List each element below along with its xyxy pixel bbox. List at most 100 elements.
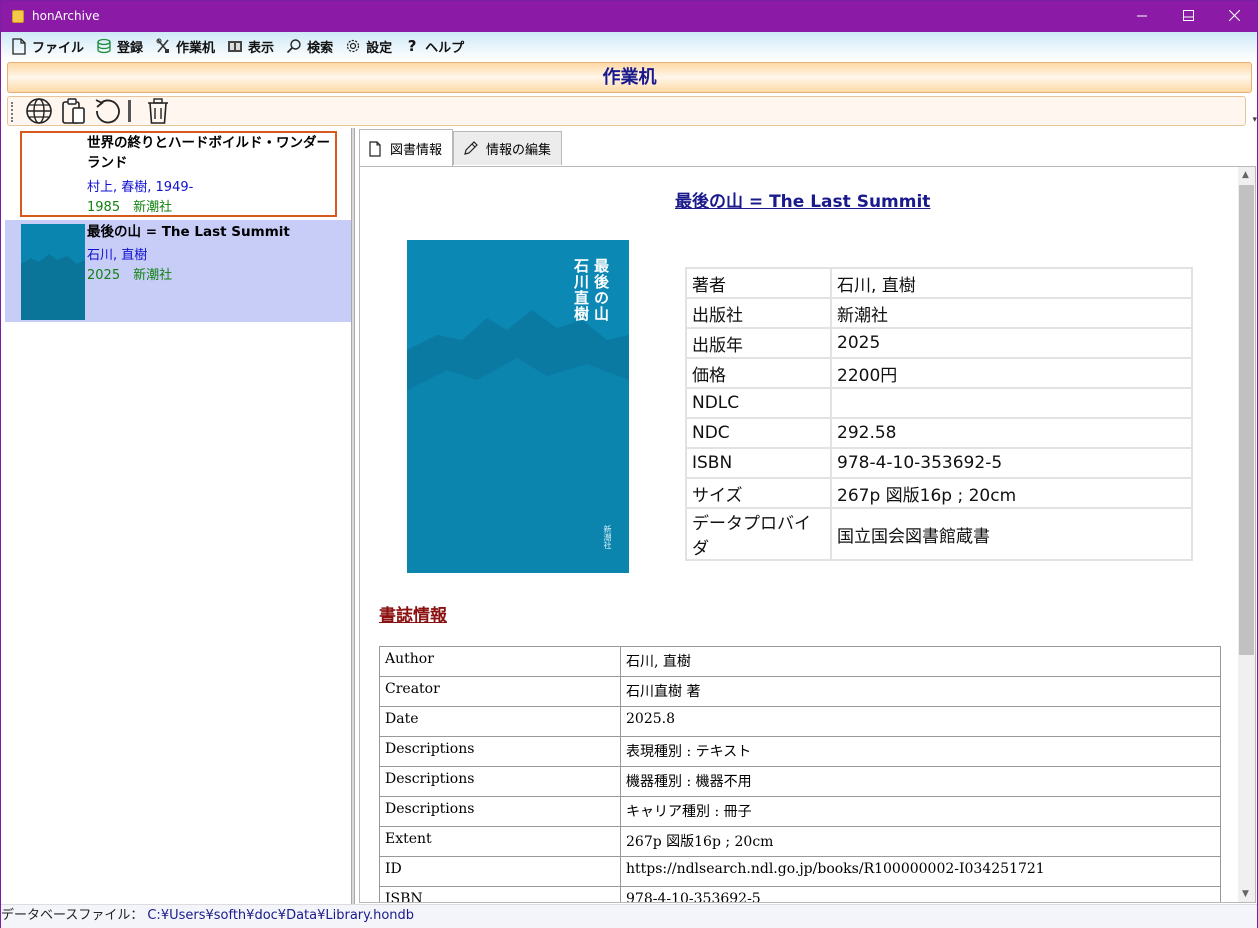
- menu-file[interactable]: ファイル: [9, 37, 84, 56]
- table-row: サイズ 267p 図版16p ; 20cm: [685, 477, 1193, 509]
- detail-tabs: 図書情報 情報の編集: [359, 129, 563, 167]
- menu-help-label: ヘルプ: [425, 40, 465, 56]
- minimize-button[interactable]: [1119, 0, 1165, 31]
- status-bar: データベースファイル： C:¥Users¥softh¥doc¥Data¥Libra…: [1, 904, 1257, 928]
- table-row: ID https://ndlsearch.ndl.go.jp/books/R100…: [379, 856, 1221, 887]
- menu-view-label: 表示: [248, 40, 275, 56]
- menu-register[interactable]: 登録: [94, 37, 143, 56]
- biblio-heading: 書誌情報: [379, 606, 447, 626]
- table-value-cell: 機器種別 : 機器不用: [620, 766, 1221, 797]
- table-key-cell: サイズ: [685, 477, 832, 509]
- tab-book-info[interactable]: 図書情報: [359, 129, 454, 167]
- tab-edit-info-label: 情報の編集: [486, 143, 552, 158]
- scroll-down-icon[interactable]: ▼: [1242, 889, 1249, 899]
- table-value-cell: 2025.8: [620, 706, 1221, 737]
- refresh-button[interactable]: [90, 97, 124, 125]
- delete-button[interactable]: [141, 97, 175, 125]
- table-row: 出版年 2025: [685, 327, 1193, 359]
- menu-register-label: 登録: [117, 40, 144, 56]
- database-icon: [94, 37, 114, 55]
- book-title-line2: ランド: [87, 155, 128, 171]
- book-cover-image: 最後の山 石川直樹 新潮社: [407, 240, 629, 573]
- table-row: 出版社 新潮社: [685, 297, 1193, 329]
- vertical-scrollbar[interactable]: ▲ ▼: [1238, 167, 1255, 902]
- paste-button[interactable]: [56, 97, 90, 125]
- status-label: データベースファイル：: [1, 908, 144, 923]
- table-value-cell: 292.58: [830, 417, 1193, 449]
- table-key-cell: ISBN: [685, 447, 832, 479]
- table-value-cell: 2025: [830, 327, 1193, 359]
- table-key-cell: Creator: [379, 676, 621, 707]
- maximize-button[interactable]: [1165, 0, 1211, 31]
- menu-workbench-label: 作業机: [176, 40, 216, 56]
- book-heading[interactable]: 最後の山 = The Last Summit: [675, 187, 930, 212]
- table-key-cell: 出版社: [685, 297, 832, 329]
- title-bar: honArchive: [1, 1, 1257, 32]
- list-item[interactable]: 世界の終りとハードボイルド・ワンダー ランド 村上, 春樹, 1949- 198…: [5, 128, 351, 220]
- table-row: Descriptions 機器種別 : 機器不用: [379, 766, 1221, 797]
- menu-file-label: ファイル: [32, 40, 85, 56]
- scroll-up-icon[interactable]: ▲: [1242, 170, 1249, 180]
- window-controls: [1165, 0, 1257, 31]
- minimize-icon: [1136, 15, 1147, 17]
- book-info-table: 著者 石川, 直樹 出版社 新潮社 出版年 2025 価格 2200円 NDLC NDC 292.5…: [685, 267, 1193, 561]
- menu-bar: ファイル 登録 作業机 表示 検索 設定 ? ヘルプ: [1, 32, 1257, 60]
- list-item[interactable]: 最後の山 = The Last Summit 石川, 直樹 2025 新潮社: [5, 220, 351, 322]
- menu-settings-label: 設定: [366, 40, 393, 56]
- table-key-cell: Descriptions: [379, 796, 621, 827]
- clipboard-icon: [62, 98, 85, 124]
- table-row: Author 石川, 直樹: [379, 646, 1221, 677]
- menu-view[interactable]: 表示: [225, 37, 274, 56]
- table-row: 著者 石川, 直樹: [685, 267, 1193, 299]
- book-meta: 1985 新潮社: [87, 200, 173, 215]
- book-list: 世界の終りとハードボイルド・ワンダー ランド 村上, 春樹, 1949- 198…: [3, 128, 351, 904]
- toolbar-overflow-icon[interactable]: ▾: [1252, 115, 1257, 125]
- table-row: Descriptions キャリア種別 : 冊子: [379, 796, 1221, 827]
- maximize-icon: [1182, 10, 1194, 21]
- table-key-cell: 価格: [685, 357, 832, 389]
- table-value-cell: 石川直樹 著: [620, 676, 1221, 707]
- menu-help[interactable]: ? ヘルプ: [402, 37, 464, 56]
- cover-title: 最後の山 石川直樹: [572, 258, 610, 322]
- table-value-cell: 978-4-10-353692-5: [830, 447, 1193, 479]
- book-title-line1: 世界の終りとハードボイルド・ワンダー: [87, 135, 330, 151]
- table-row: NDC 292.58: [685, 417, 1193, 449]
- menu-settings[interactable]: 設定: [343, 37, 392, 56]
- book-title: 最後の山 = The Last Summit: [87, 224, 290, 240]
- scrollbar-thumb[interactable]: [1239, 185, 1254, 655]
- table-row: ISBN 978-4-10-353692-5: [685, 447, 1193, 479]
- table-value-cell: 267p 図版16p ; 20cm: [620, 826, 1221, 857]
- table-row: 価格 2200円: [685, 357, 1193, 389]
- tab-edit-info[interactable]: 情報の編集: [453, 131, 563, 165]
- toolbar-grip[interactable]: [11, 102, 13, 122]
- table-key-cell: ID: [379, 856, 621, 887]
- workbench-header: 作業机: [7, 62, 1252, 93]
- web-search-button[interactable]: [22, 97, 56, 125]
- table-value-cell: 2200円: [830, 357, 1193, 389]
- table-row: Descriptions 表現種別 : テキスト: [379, 736, 1221, 767]
- book-detail-panel: 最後の山 = The Last Summit 最後の山 石川直樹 新潮社 著者 石川…: [359, 166, 1256, 903]
- pencil-icon: [462, 140, 478, 157]
- app-icon: [12, 10, 24, 23]
- book-meta: 2025 新潮社: [87, 268, 173, 283]
- menu-workbench[interactable]: 作業机: [153, 37, 215, 56]
- pane-splitter[interactable]: [351, 128, 355, 904]
- database-path: C:¥Users¥softh¥doc¥Data¥Library.hondb: [147, 908, 415, 923]
- tab-book-info-label: 図書情報: [390, 143, 443, 158]
- menu-search[interactable]: 検索: [284, 37, 333, 56]
- app-window: honArchive ファイル 登録 作業机 表示 検索 設定 ? ヘルプ 作業…: [0, 0, 1258, 928]
- table-key-cell: ISBN: [379, 886, 621, 902]
- close-button[interactable]: [1211, 0, 1257, 31]
- book-author: 村上, 春樹, 1949-: [87, 180, 194, 195]
- toolbar-separator: [128, 100, 131, 122]
- table-row: Extent 267p 図版16p ; 20cm: [379, 826, 1221, 857]
- table-key-cell: Date: [379, 706, 621, 737]
- view-icon: [225, 37, 245, 55]
- table-key-cell: 出版年: [685, 327, 832, 359]
- table-value-cell: 石川, 直樹: [830, 267, 1193, 299]
- refresh-icon: [95, 99, 120, 124]
- table-value-cell: 石川, 直樹: [620, 646, 1221, 677]
- toolbar: ▾: [7, 96, 1257, 126]
- table-row: データプロバイダ 国立国会図書館蔵書: [685, 507, 1193, 561]
- trash-icon: [148, 98, 168, 124]
